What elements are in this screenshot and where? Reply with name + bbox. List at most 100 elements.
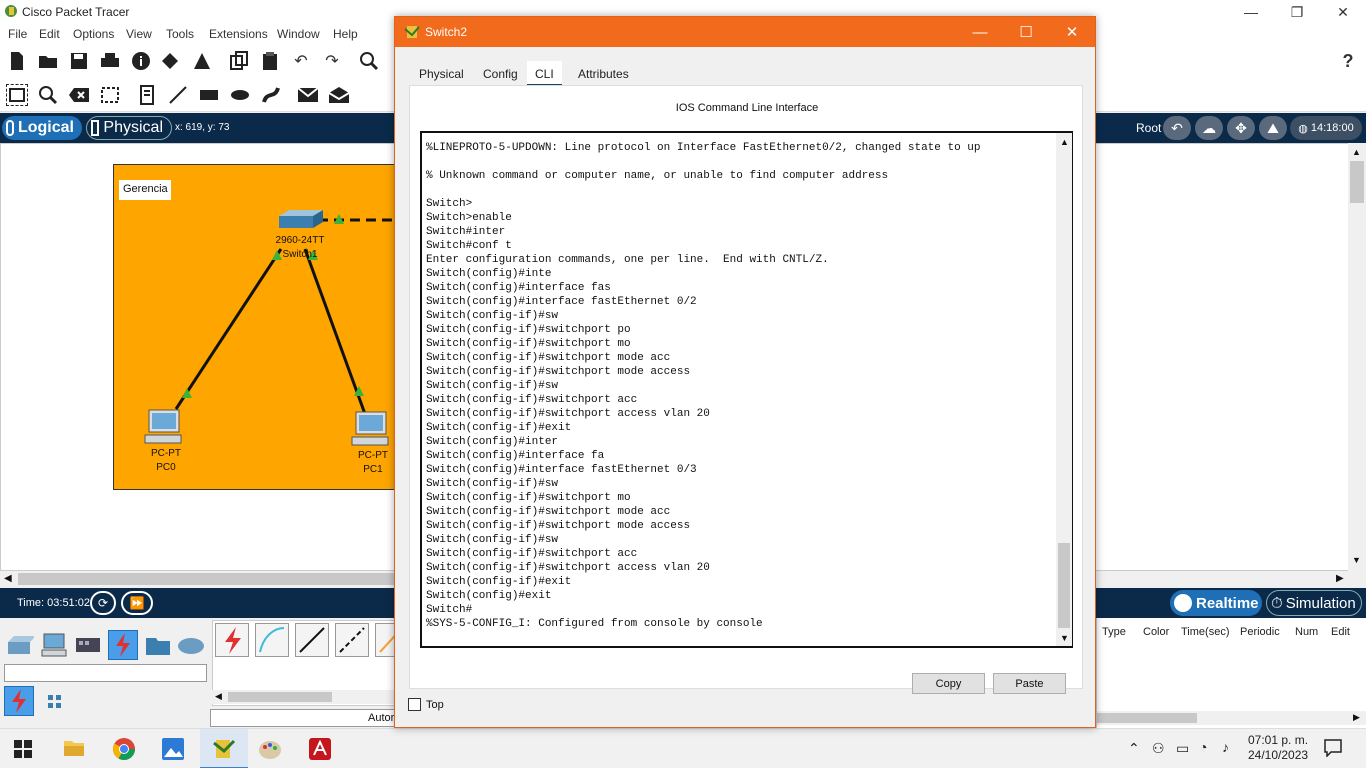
- fiber-cable-icon[interactable]: [375, 623, 395, 657]
- tab-cli[interactable]: CLI: [527, 61, 562, 87]
- top-checkbox[interactable]: [408, 698, 421, 711]
- components-icon[interactable]: [74, 632, 102, 658]
- pdu-scroll-thumb[interactable]: [1097, 713, 1197, 723]
- simulation-button[interactable]: ⏱ Simulation: [1266, 590, 1362, 616]
- menu-extensions[interactable]: Extensions: [209, 27, 268, 41]
- scroll-up-icon[interactable]: ▲: [1352, 147, 1361, 157]
- inspect-tool-icon[interactable]: [37, 84, 59, 106]
- packet-tracer-taskbar-button[interactable]: [200, 729, 248, 768]
- power-cycle-icon[interactable]: ⟳: [90, 591, 116, 615]
- connections-icon[interactable]: [108, 630, 138, 660]
- menu-view[interactable]: View: [126, 27, 152, 41]
- tab-config[interactable]: Config: [475, 61, 526, 87]
- network-info-icon[interactable]: [160, 50, 182, 72]
- console-cable-icon[interactable]: [255, 623, 289, 657]
- fast-forward-icon[interactable]: ⏩: [121, 591, 153, 615]
- cable-list-scrollbar[interactable]: ◀: [212, 690, 396, 704]
- dialog-maximize-button[interactable]: ☐: [1003, 17, 1049, 47]
- tray-clock[interactable]: 07:01 p. m. 24/10/2023: [1248, 733, 1308, 763]
- crossover-cable-icon[interactable]: [335, 623, 369, 657]
- scroll-right-icon[interactable]: ▶: [1336, 573, 1344, 584]
- scroll-left-icon[interactable]: ◀: [4, 573, 12, 584]
- print-icon[interactable]: [99, 50, 121, 72]
- dialog-minimize-button[interactable]: —: [957, 17, 1003, 47]
- miscellaneous-icon[interactable]: [144, 632, 172, 658]
- place-note-icon[interactable]: [136, 84, 158, 106]
- menu-window[interactable]: Window: [277, 27, 320, 41]
- cloud-icon[interactable]: ☁: [1195, 116, 1223, 140]
- zoom-in-icon[interactable]: [358, 50, 380, 72]
- menu-edit[interactable]: Edit: [39, 27, 60, 41]
- menu-options[interactable]: Options: [73, 27, 114, 41]
- redo-icon[interactable]: ↷: [321, 50, 343, 72]
- photos-icon[interactable]: [161, 737, 185, 761]
- tray-chevron-icon[interactable]: ⌃: [1128, 740, 1140, 757]
- cli-terminal[interactable]: %LINEPROTO-5-UPDOWN: Line protocol on In…: [420, 131, 1073, 648]
- straight-through-cable-icon[interactable]: [295, 623, 329, 657]
- draw-rectangle-icon[interactable]: [198, 84, 220, 106]
- add-complex-pdu-icon[interactable]: [328, 84, 350, 106]
- paint-icon[interactable]: [258, 737, 284, 761]
- grid-view-icon[interactable]: [45, 692, 65, 712]
- menu-file[interactable]: File: [8, 27, 27, 41]
- background-image-icon[interactable]: ⛰: [1259, 116, 1287, 140]
- switch-icon[interactable]: [275, 208, 325, 232]
- realtime-button[interactable]: Realtime: [1170, 590, 1262, 616]
- freeform-icon[interactable]: [260, 84, 282, 106]
- scroll-down-icon[interactable]: ▼: [1060, 633, 1069, 643]
- volume-icon[interactable]: ♪: [1222, 739, 1229, 755]
- undo-icon[interactable]: ↶: [290, 50, 312, 72]
- draw-ellipse-icon[interactable]: [229, 84, 251, 106]
- terminal-scroll-thumb[interactable]: [1058, 543, 1070, 628]
- connection-type-icon[interactable]: [4, 686, 34, 716]
- file-explorer-icon[interactable]: [63, 738, 85, 758]
- copy-button[interactable]: Copy: [912, 673, 985, 694]
- activity-wizard-icon[interactable]: [191, 50, 213, 72]
- pc-icon[interactable]: [350, 410, 394, 448]
- scroll-right-icon[interactable]: ▶: [1353, 712, 1360, 723]
- tray-people-icon[interactable]: ⚇: [1152, 740, 1165, 757]
- open-folder-icon[interactable]: [37, 50, 59, 72]
- resize-tool-icon[interactable]: [99, 84, 121, 106]
- paste-icon[interactable]: [259, 50, 281, 72]
- notifications-icon[interactable]: [1324, 739, 1342, 758]
- minimize-button[interactable]: —: [1228, 0, 1274, 24]
- info-icon[interactable]: [130, 50, 152, 72]
- paste-button[interactable]: Paste: [993, 673, 1066, 694]
- wifi-icon[interactable]: ◔: [1199, 739, 1207, 755]
- acrobat-icon[interactable]: [308, 737, 332, 761]
- terminal-output[interactable]: %LINEPROTO-5-UPDOWN: Line protocol on In…: [426, 141, 1051, 641]
- restore-button[interactable]: ❐: [1274, 0, 1320, 24]
- back-icon[interactable]: ↶: [1163, 116, 1191, 140]
- network-devices-icon[interactable]: [6, 632, 36, 658]
- vertical-scroll-thumb[interactable]: [1350, 161, 1364, 203]
- scroll-up-icon[interactable]: ▲: [1060, 137, 1069, 147]
- delete-tool-icon[interactable]: [68, 84, 90, 106]
- end-devices-icon[interactable]: [40, 632, 68, 658]
- battery-icon[interactable]: ▭: [1176, 740, 1189, 757]
- device-search-input[interactable]: [4, 664, 207, 682]
- logical-tab[interactable]: Logical: [2, 116, 82, 140]
- workspace-vertical-scrollbar[interactable]: ▲ ▼: [1348, 143, 1366, 571]
- dialog-close-button[interactable]: ✕: [1049, 17, 1095, 47]
- add-simple-pdu-icon[interactable]: [297, 84, 319, 106]
- cable-scroll-thumb[interactable]: [228, 692, 332, 702]
- windows-start-icon[interactable]: [14, 740, 32, 758]
- move-viewport-icon[interactable]: ✥: [1227, 116, 1255, 140]
- draw-line-icon[interactable]: [167, 84, 189, 106]
- save-icon[interactable]: [68, 50, 90, 72]
- copy-icon[interactable]: [228, 50, 250, 72]
- physical-tab[interactable]: Physical: [86, 116, 172, 140]
- multiuser-icon[interactable]: [176, 632, 206, 658]
- menu-tools[interactable]: Tools: [166, 27, 194, 41]
- pdu-scrollbar[interactable]: ▶: [1097, 711, 1366, 725]
- scroll-left-icon[interactable]: ◀: [215, 691, 222, 702]
- new-file-icon[interactable]: [6, 50, 28, 72]
- select-tool-icon[interactable]: [6, 84, 28, 106]
- auto-connection-icon[interactable]: [215, 623, 249, 657]
- tab-physical[interactable]: Physical: [411, 61, 472, 87]
- pc-icon[interactable]: [143, 408, 187, 446]
- horizontal-scroll-thumb[interactable]: [18, 573, 396, 585]
- tab-attributes[interactable]: Attributes: [570, 61, 637, 87]
- close-button[interactable]: ✕: [1320, 0, 1366, 24]
